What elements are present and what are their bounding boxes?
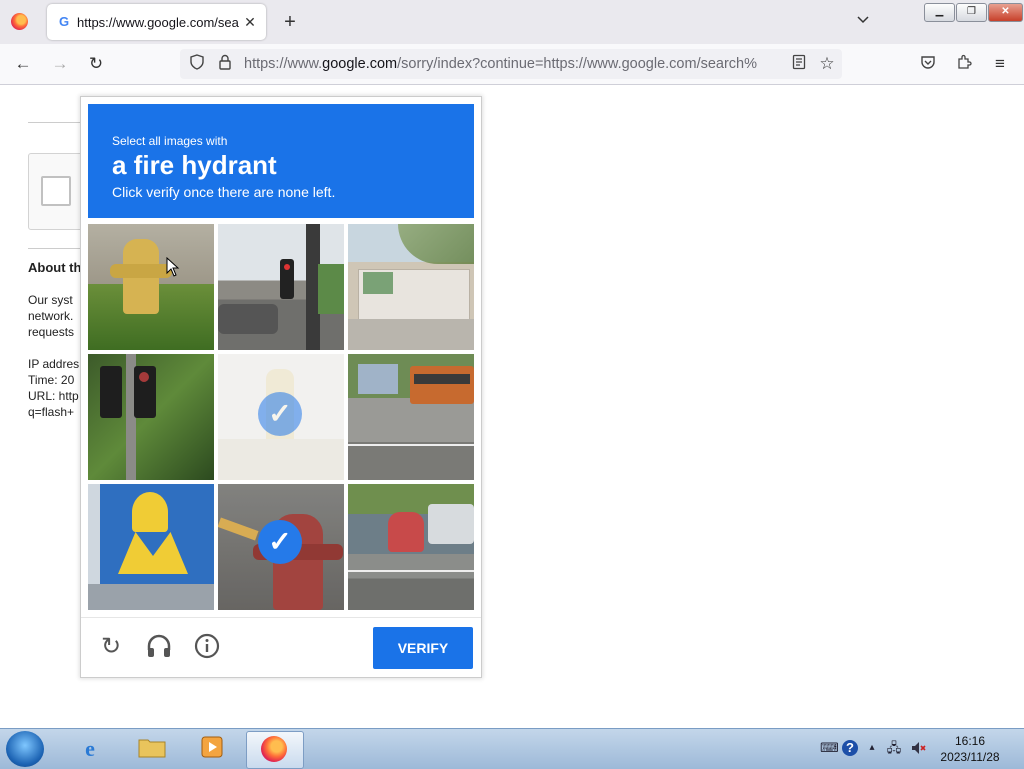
back-icon[interactable]: ← xyxy=(13,54,33,74)
about-section: About th Our syst network. requests IP a… xyxy=(28,260,80,420)
instruction-sub: Click verify once there are none left. xyxy=(112,184,336,200)
show-hidden-icons-icon[interactable]: ▴ xyxy=(864,740,880,756)
browser-tab[interactable]: G https://www.google.com/sea ✕ xyxy=(47,4,266,40)
info-icon[interactable] xyxy=(193,633,221,661)
headphones-icon[interactable] xyxy=(145,633,173,661)
captcha-tile-2[interactable] xyxy=(218,224,344,350)
about-heading: About th xyxy=(28,260,80,275)
reader-view-icon[interactable] xyxy=(789,54,809,74)
url-host: google.com xyxy=(322,56,398,72)
google-favicon-icon: G xyxy=(58,14,70,29)
media-player-icon xyxy=(198,735,226,763)
shield-icon[interactable] xyxy=(187,54,207,74)
network-icon[interactable]: 🖧 xyxy=(886,740,902,756)
start-button[interactable] xyxy=(6,731,44,767)
tab-close-icon[interactable]: ✕ xyxy=(241,13,259,31)
tab-title: https://www.google.com/sea xyxy=(77,15,239,30)
info-line: URL: http xyxy=(28,389,79,403)
lock-icon[interactable] xyxy=(215,54,235,74)
taskbar-internet-explorer[interactable]: e xyxy=(62,731,118,767)
challenge-header: Select all images with a fire hydrant Cl… xyxy=(88,104,474,218)
instruction-small: Select all images with xyxy=(112,134,228,148)
info-line: IP addres xyxy=(28,357,80,371)
divider-line xyxy=(28,122,88,123)
restore-window-icon[interactable]: ❐ xyxy=(956,3,987,22)
reload-icon[interactable]: ↻ xyxy=(97,633,125,661)
tab-list-chevron-icon[interactable] xyxy=(856,12,872,28)
selected-check-icon: ✓ xyxy=(258,392,302,436)
recaptcha-challenge-dialog: Select all images with a fire hydrant Cl… xyxy=(80,96,482,678)
windows-taskbar: e ⌨ ? ▴ 🖧 16:16 2023/11/28 xyxy=(0,728,1024,769)
info-line: Time: 20 xyxy=(28,373,75,387)
taskbar-media-player[interactable] xyxy=(184,731,240,767)
divider-line xyxy=(28,248,88,249)
recaptcha-checkbox[interactable] xyxy=(41,176,71,206)
help-icon[interactable]: ? xyxy=(842,740,858,756)
captcha-tile-3[interactable] xyxy=(348,224,474,350)
verify-button[interactable]: VERIFY xyxy=(373,627,473,669)
minimize-window-icon[interactable]: ▁ xyxy=(924,3,955,22)
address-bar[interactable]: https://www.google.com/sorry/index?conti… xyxy=(180,49,842,79)
about-line: requests xyxy=(28,325,75,339)
navigation-bar: ← → ↻ https://www.google.com/sorry/index… xyxy=(0,44,1024,85)
captcha-tile-5[interactable]: ✓ xyxy=(218,354,344,480)
captcha-tile-9[interactable] xyxy=(348,484,474,610)
url-text[interactable]: https://www.google.com/sorry/index?conti… xyxy=(244,56,779,73)
firefox-menu-icon[interactable] xyxy=(11,13,28,30)
bookmark-star-icon[interactable]: ☆ xyxy=(817,54,837,74)
clock-time: 16:16 xyxy=(954,734,986,748)
clock-date: 2023/11/28 xyxy=(940,750,1000,764)
captcha-tile-6[interactable] xyxy=(348,354,474,480)
internet-explorer-icon: e xyxy=(85,736,95,761)
about-line: Our syst xyxy=(28,293,73,307)
taskbar-file-explorer[interactable] xyxy=(124,731,180,767)
taskbar-firefox[interactable] xyxy=(246,731,304,769)
about-line: network. xyxy=(28,309,74,323)
close-window-icon[interactable]: ✕ xyxy=(988,3,1023,22)
reload-page-icon[interactable]: ↻ xyxy=(86,54,106,74)
selected-check-icon: ✓ xyxy=(258,520,302,564)
footer-divider xyxy=(81,617,481,618)
captcha-tile-8[interactable]: ✓ xyxy=(218,484,344,610)
volume-muted-icon[interactable] xyxy=(910,740,926,756)
info-line: q=flash+ xyxy=(28,405,75,419)
instruction-target: a fire hydrant xyxy=(112,150,277,180)
folder-icon xyxy=(138,735,166,763)
url-path: /sorry/index?continue=https://www.google… xyxy=(397,56,758,72)
forward-icon[interactable]: → xyxy=(50,54,70,74)
captcha-tile-4[interactable] xyxy=(88,354,214,480)
captcha-tile-1[interactable] xyxy=(88,224,214,350)
url-prefix: https://www. xyxy=(244,56,323,72)
keyboard-icon[interactable]: ⌨ xyxy=(820,740,839,756)
captcha-tile-7[interactable] xyxy=(88,484,214,610)
tab-strip: G https://www.google.com/sea ✕ + ▁ ❐ ✕ xyxy=(0,0,1024,44)
firefox-icon xyxy=(261,736,289,764)
hamburger-menu-icon[interactable]: ≡ xyxy=(990,54,1010,74)
pocket-icon[interactable] xyxy=(918,54,938,74)
extensions-puzzle-icon[interactable] xyxy=(954,54,974,74)
new-tab-icon[interactable]: + xyxy=(280,12,300,32)
taskbar-clock[interactable]: 16:16 2023/11/28 xyxy=(930,733,1010,765)
mouse-cursor-icon xyxy=(166,256,180,282)
